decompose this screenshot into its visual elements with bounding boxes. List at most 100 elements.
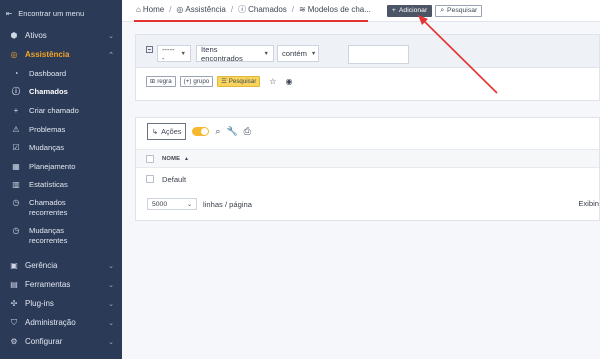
clock-icon: ◷ bbox=[12, 198, 20, 208]
search-toggle[interactable] bbox=[192, 127, 210, 136]
operator-select[interactable]: contém ▼ bbox=[277, 45, 319, 62]
breadcrumb-home[interactable]: ⌂ Home bbox=[136, 5, 164, 14]
add-rule-button[interactable]: ⊞ regra bbox=[146, 76, 176, 87]
cell-name[interactable]: Default bbox=[162, 175, 186, 184]
plus-icon: + bbox=[391, 7, 396, 14]
breadcrumb-modelos[interactable]: ≋ Modelos de cha... bbox=[299, 5, 371, 14]
sidebar-item-plugins[interactable]: ✣ Plug-ins ⌄ bbox=[0, 294, 122, 313]
sidebar-item-ativos[interactable]: ⬢ Ativos ⌄ bbox=[0, 26, 122, 45]
sidebar-item-criar-chamado[interactable]: + Criar chamado bbox=[0, 101, 122, 120]
column-header-name[interactable]: NOME ▲ bbox=[162, 156, 189, 162]
sidebar-item-problemas[interactable]: ⚠ Problemas bbox=[0, 120, 122, 139]
home-icon: ⌂ bbox=[136, 5, 141, 14]
collapse-icon: ⇤ bbox=[6, 8, 13, 18]
breadcrumb-chamados[interactable]: ⓘ Chamados bbox=[238, 4, 287, 15]
table-toolbar: ↳ Ações ⌕ 🔧 ⎙ bbox=[147, 123, 251, 140]
plus-square-icon: ⊞ bbox=[150, 78, 156, 85]
filter-search-button[interactable]: ☰ Pesquisar bbox=[217, 76, 261, 87]
add-group-button[interactable]: (+) grupo bbox=[179, 76, 214, 87]
chevron-down-icon: ⌄ bbox=[108, 300, 114, 308]
caret-down-icon: ▼ bbox=[263, 50, 269, 57]
plus-icon: + bbox=[13, 105, 19, 115]
remove-criteria-icon[interactable] bbox=[146, 46, 153, 53]
caret-down-icon: ▼ bbox=[180, 50, 186, 57]
sidebar-item-gerencia[interactable]: ▣ Gerência ⌄ bbox=[0, 256, 122, 275]
pagination: 5000 ⌄ linhas / página bbox=[147, 198, 252, 210]
clock-icon: ◷ bbox=[12, 226, 20, 236]
headset-icon: ◎ bbox=[10, 50, 18, 59]
sidebar-item-administracao[interactable]: ⛉ Administração ⌄ bbox=[0, 313, 122, 332]
results-table-panel: ↳ Ações ⌕ 🔧 ⎙ NOME ▲ Default 5000 ⌄ linh… bbox=[135, 117, 600, 221]
sidebar-item-planejamento[interactable]: ▦ Planejamento bbox=[0, 157, 122, 176]
layers-icon: ≋ bbox=[299, 5, 306, 14]
export-file-icon[interactable]: ⎙ bbox=[244, 126, 251, 137]
page-size-label: linhas / página bbox=[203, 199, 252, 209]
chevron-up-icon: ⌃ bbox=[108, 51, 114, 59]
sidebar-item-mudancas[interactable]: ☑ Mudanças bbox=[0, 138, 122, 157]
filter-actions: ⊞ regra (+) grupo ☰ Pesquisar ☆ ◉ bbox=[146, 76, 292, 87]
sidebar-item-ferramentas[interactable]: ▤ Ferramentas ⌄ bbox=[0, 275, 122, 294]
info-icon: ⓘ bbox=[238, 5, 247, 14]
breadcrumb: ⌂ Home / ◎ Assistência / ⓘ Chamados / ≋ … bbox=[134, 4, 371, 22]
briefcase-icon: ▤ bbox=[10, 280, 18, 290]
reset-icon[interactable]: ◉ bbox=[285, 77, 292, 86]
breadcrumb-separator: / bbox=[291, 5, 295, 14]
criteria-select[interactable]: Itens encontrados ▼ bbox=[196, 45, 274, 63]
filter-list-icon: ☰ bbox=[221, 78, 227, 85]
warning-icon: ⚠ bbox=[12, 124, 20, 134]
cube-icon: ⬢ bbox=[10, 31, 18, 40]
select-all-checkbox[interactable] bbox=[146, 154, 154, 163]
headset-icon: ◎ bbox=[176, 5, 184, 14]
sidebar-item-label: Assistência bbox=[25, 50, 70, 59]
chevron-down-icon: ⌄ bbox=[108, 281, 114, 289]
sidebar-collapse[interactable]: ⇤ Encontrar um menu bbox=[0, 0, 122, 26]
chevron-down-icon: ⌄ bbox=[108, 319, 114, 327]
filter-criteria-row: ------ ▼ Itens encontrados ▼ contém ▼ bbox=[136, 35, 599, 68]
field-select[interactable]: ------ ▼ bbox=[157, 45, 191, 63]
chevron-down-icon: ⌄ bbox=[186, 201, 192, 208]
table-row[interactable]: Default bbox=[136, 168, 599, 190]
gear-icon: ⚙ bbox=[10, 337, 18, 347]
annotation-underline bbox=[134, 20, 368, 22]
sidebar-item-mudancas-recorrentes[interactable]: ◷ Mudanças recorrentes bbox=[0, 222, 122, 250]
display-count-label: Exibin bbox=[578, 199, 599, 208]
breadcrumb-separator: / bbox=[230, 5, 234, 14]
info-icon: ⓘ bbox=[12, 87, 20, 97]
chevron-down-icon: ⌄ bbox=[108, 32, 114, 40]
plus-brackets-icon: (+) bbox=[183, 78, 192, 85]
wrench-icon[interactable]: 🔧 bbox=[226, 126, 237, 137]
chart-icon: ▥ bbox=[12, 180, 20, 190]
star-icon[interactable]: ☆ bbox=[269, 77, 276, 86]
puzzle-icon: ✣ bbox=[10, 299, 18, 309]
search-icon: ⌕ bbox=[440, 6, 445, 14]
search-filter-panel: ------ ▼ Itens encontrados ▼ contém ▼ ⊞ … bbox=[135, 34, 600, 101]
clipboard-check-icon: ☑ bbox=[12, 143, 20, 153]
top-bar: ⌂ Home / ◎ Assistência / ⓘ Chamados / ≋ … bbox=[122, 0, 600, 22]
add-button[interactable]: + Adicionar bbox=[386, 4, 433, 17]
sidebar-item-assistencia[interactable]: ◎ Assistência ⌃ bbox=[0, 45, 122, 64]
sidebar-item-chamados-recorrentes[interactable]: ◷ Chamados recorrentes bbox=[0, 194, 122, 222]
gauge-icon: ◔ bbox=[13, 68, 19, 78]
sidebar-item-label: Ativos bbox=[25, 31, 47, 40]
wallet-icon: ▣ bbox=[10, 261, 18, 271]
shield-icon: ⛉ bbox=[11, 317, 17, 327]
actions-button[interactable]: ↳ Ações bbox=[147, 123, 187, 140]
chevron-down-icon: ⌄ bbox=[108, 262, 114, 270]
value-input[interactable] bbox=[348, 45, 409, 64]
page-size-select[interactable]: 5000 ⌄ bbox=[147, 198, 197, 210]
row-checkbox[interactable] bbox=[146, 175, 154, 183]
search-button[interactable]: ⌕ Pesquisar bbox=[435, 4, 483, 17]
chevron-down-icon: ⌄ bbox=[108, 338, 114, 346]
caret-down-icon: ▼ bbox=[310, 50, 317, 57]
breadcrumb-separator: / bbox=[169, 5, 172, 14]
sidebar-collapse-label: Encontrar um menu bbox=[18, 8, 85, 18]
sidebar-item-dashboard[interactable]: ◔ Dashboard bbox=[0, 64, 122, 83]
sidebar-item-configurar[interactable]: ⚙ Configurar ⌄ bbox=[0, 332, 122, 351]
table-header: NOME ▲ bbox=[136, 149, 599, 168]
sidebar-item-estatisticas[interactable]: ▥ Estatísticas bbox=[0, 176, 122, 195]
sidebar-item-chamados[interactable]: ⓘ Chamados bbox=[0, 83, 122, 102]
sidebar: ⇤ Encontrar um menu ⬢ Ativos ⌄ ◎ Assistê… bbox=[0, 0, 122, 359]
breadcrumb-assistencia[interactable]: ◎ Assistência bbox=[176, 5, 225, 14]
search-icon[interactable]: ⌕ bbox=[215, 126, 220, 137]
actions-icon: ↳ bbox=[152, 127, 159, 136]
